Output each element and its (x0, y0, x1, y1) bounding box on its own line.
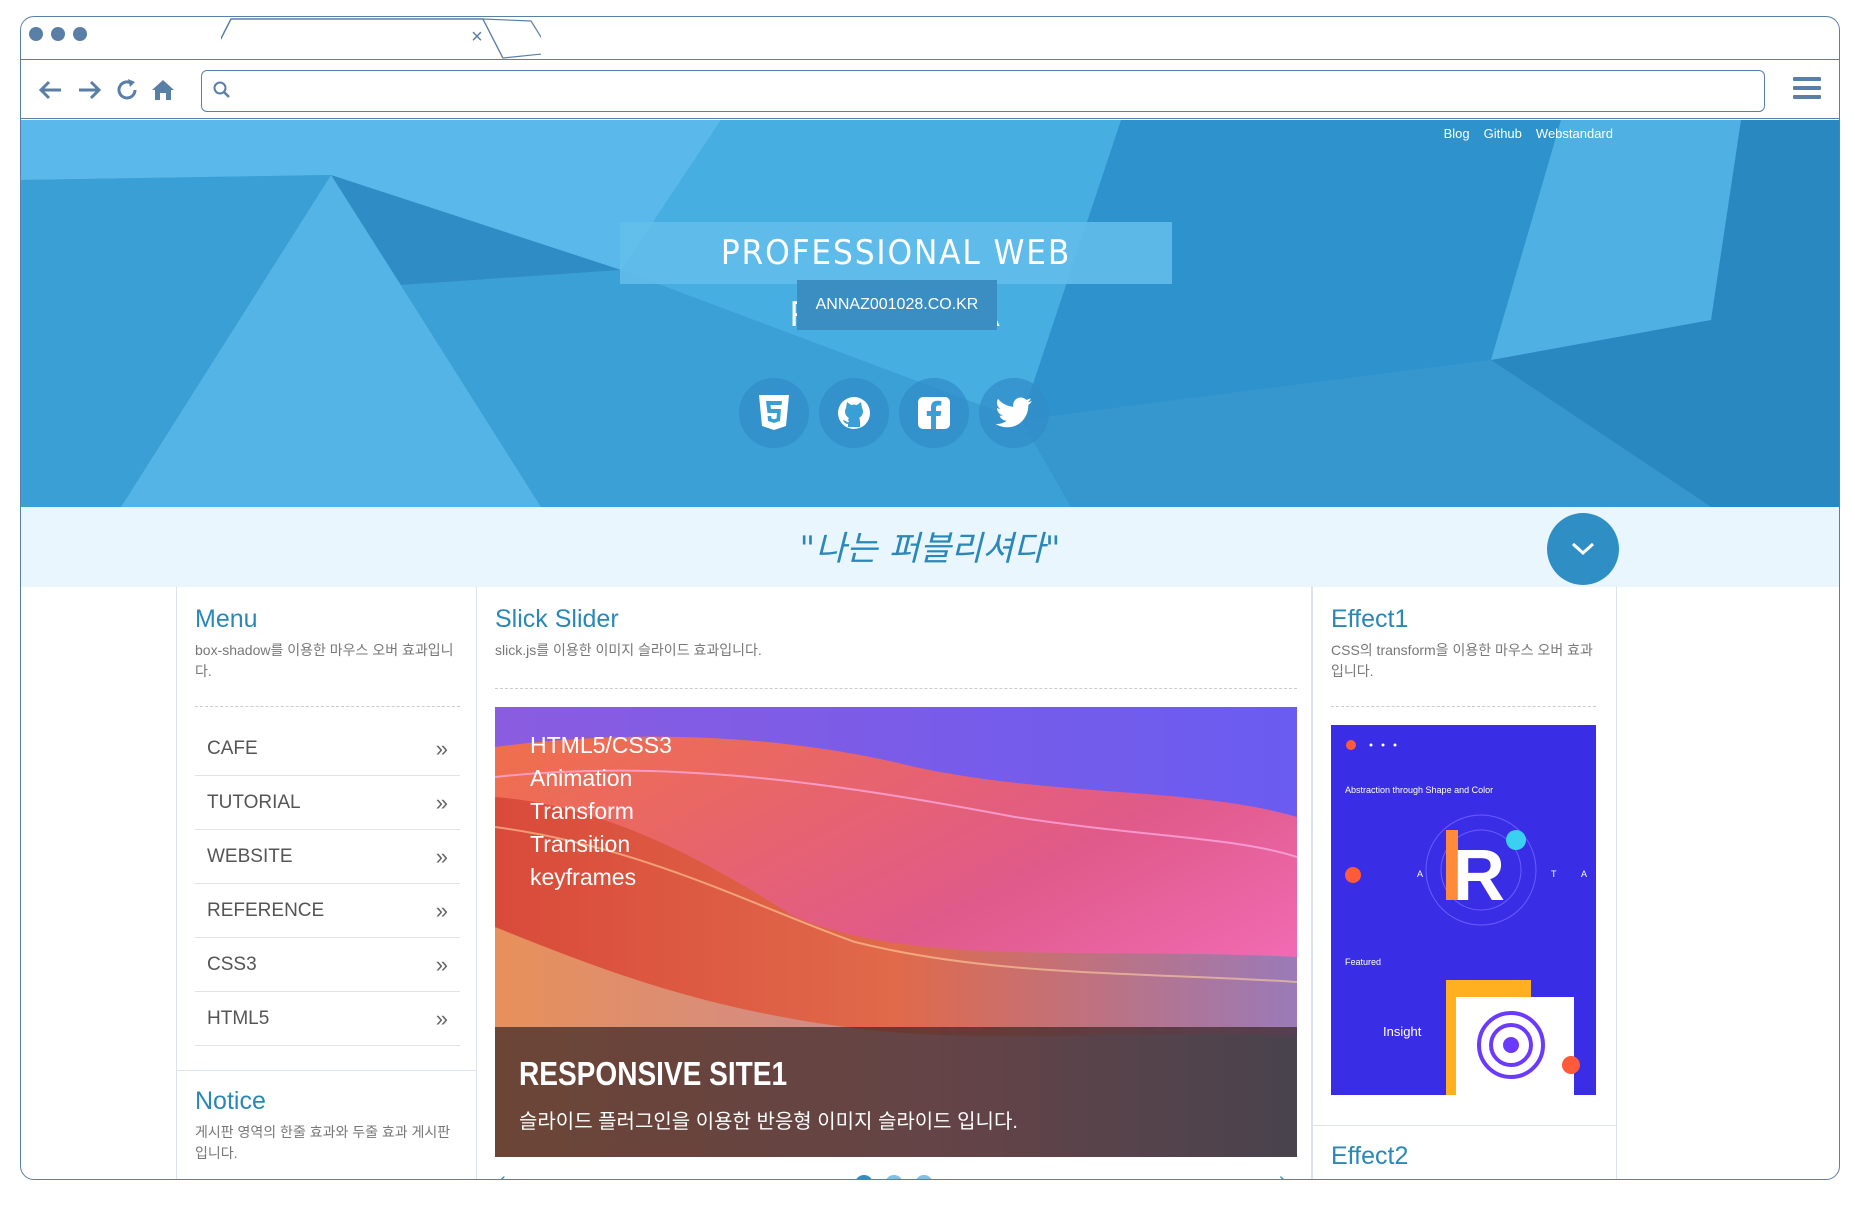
double-chevron-right-icon: » (435, 897, 448, 923)
top-nav: Blog Github Webstandard (1444, 126, 1613, 141)
browser-window: × Blog Github Webstandard PROFESSIONAL W… (20, 16, 1840, 1180)
menu-item-label: HTML5 (207, 1007, 270, 1029)
site-domain-button[interactable]: ANNAZ001028.CO.KR (797, 280, 997, 330)
effect2-title: Effect2 (1331, 1142, 1409, 1170)
menu-item-html5[interactable]: HTML5 » (195, 992, 460, 1046)
section-divider (1313, 1125, 1616, 1126)
back-arrow-icon[interactable] (37, 76, 65, 104)
browser-menu-icon[interactable] (1793, 77, 1821, 101)
menu-item-cafe[interactable]: CAFE » (195, 722, 460, 776)
window-dot[interactable] (73, 27, 87, 41)
double-chevron-right-icon: » (435, 735, 448, 761)
twitter-icon (995, 397, 1032, 428)
menu-list: CAFE » TUTORIAL » WEBSITE » REFERENCE » CSS3… (195, 722, 460, 1046)
browser-tab[interactable]: × (221, 17, 541, 59)
menu-description: box-shadow를 이용한 마우스 오버 효과입니다. (195, 642, 454, 679)
slider-dot[interactable] (855, 1175, 873, 1179)
effect1-header: Effect1 CSS의 transform을 이용한 마우스 오버 효과입니다… (1331, 605, 1596, 707)
notice-description: 게시판 영역의 한줄 효과와 두줄 효과 게시판입니다. (195, 1124, 451, 1161)
double-chevron-right-icon: » (435, 843, 448, 869)
menu-item-website[interactable]: WEBSITE » (195, 830, 460, 884)
menu-item-label: CSS3 (207, 953, 257, 975)
chevron-down-icon (1571, 542, 1595, 556)
hero-banner: Blog Github Webstandard PROFESSIONAL WEB… (21, 120, 1839, 507)
page-viewport: Blog Github Webstandard PROFESSIONAL WEB… (21, 120, 1839, 1179)
menu-item-label: CAFE (207, 737, 258, 759)
home-icon[interactable] (149, 76, 177, 104)
effect-column: Effect1 CSS의 transform을 이용한 마우스 오버 효과입니다… (1312, 587, 1617, 1179)
slider-dot[interactable] (885, 1175, 903, 1179)
window-controls (29, 27, 87, 41)
notice-title: Notice (195, 1087, 266, 1115)
github-icon (838, 397, 870, 429)
slide-line: Animation (530, 765, 633, 791)
slide-overlay-text: HTML5/CSS3 Animation Transform Transitio… (530, 729, 672, 894)
slide-line: keyframes (530, 864, 637, 890)
tab-shape (221, 18, 541, 59)
menu-item-label: REFERENCE (207, 899, 325, 921)
effect1-description: CSS의 transform을 이용한 마우스 오버 효과입니다. (1331, 642, 1593, 679)
effect1-poster: Abstraction through Shape and Color R A … (1331, 725, 1596, 1095)
menu-item-reference[interactable]: REFERENCE » (195, 884, 460, 938)
poster-letter: T (1551, 869, 1557, 879)
menu-item-label: WEBSITE (207, 845, 293, 867)
address-bar[interactable] (201, 70, 1765, 112)
double-chevron-right-icon: » (435, 1005, 448, 1031)
window-dot[interactable] (29, 27, 43, 41)
slider-dots (477, 1175, 1311, 1179)
double-chevron-right-icon: » (435, 789, 448, 815)
forward-arrow-icon[interactable] (75, 76, 103, 104)
reload-icon[interactable] (113, 76, 141, 104)
poster-insight: Insight (1383, 1024, 1422, 1039)
slider-title: Slick Slider (495, 605, 619, 633)
window-dot[interactable] (51, 27, 65, 41)
poster-heading: Abstraction through Shape and Color (1345, 785, 1493, 795)
scroll-down-button[interactable] (1547, 513, 1619, 585)
effect2-header: Effect2 (1331, 1142, 1596, 1171)
site-title: PROFESSIONAL WEB PUBLISHSER (620, 222, 1172, 335)
section-divider (177, 1070, 476, 1071)
double-chevron-right-icon: » (435, 951, 448, 977)
effect1-title: Effect1 (1331, 605, 1409, 633)
slide-caption-title: RESPONSIVE SITE1 (519, 1055, 788, 1092)
slide-line: Transition (530, 831, 631, 857)
menu-item-label: TUTORIAL (207, 791, 301, 813)
nav-webstandard-link[interactable]: Webstandard (1536, 126, 1613, 141)
menu-item-css3[interactable]: CSS3 » (195, 938, 460, 992)
effect1-image[interactable]: Abstraction through Shape and Color R A … (1331, 725, 1596, 1095)
poster-letter: R (1453, 836, 1505, 916)
tab-close-icon[interactable]: × (466, 26, 488, 48)
slider-column: Slick Slider slick.js를 이용한 이미지 슬라이드 효과입니… (477, 587, 1312, 1179)
menu-column: Menu box-shadow를 이용한 마우스 오버 효과입니다. CAFE »… (176, 587, 477, 1179)
slider-dot[interactable] (915, 1175, 933, 1179)
slide-caption: RESPONSIVE SITE1 슬라이드 플러그인을 이용한 반응형 이미지 … (495, 1027, 1297, 1157)
facebook-button[interactable] (899, 378, 969, 448)
poster-letter: A (1581, 869, 1587, 879)
menu-item-tutorial[interactable]: TUTORIAL » (195, 776, 460, 830)
slide-line: Transform (530, 798, 634, 824)
slide-caption-text: 슬라이드 플러그인을 이용한 반응형 이미지 슬라이드 입니다. (519, 1111, 1018, 1133)
slide-line: HTML5/CSS3 (530, 732, 672, 758)
github-button[interactable] (819, 378, 889, 448)
twitter-button[interactable] (979, 378, 1049, 448)
facebook-icon (918, 397, 950, 429)
poster-letter: A (1417, 869, 1423, 879)
slide-image[interactable]: HTML5/CSS3 Animation Transform Transitio… (495, 707, 1297, 1157)
menu-title: Menu (195, 605, 258, 633)
notice-header: Notice 게시판 영역의 한줄 효과와 두줄 효과 게시판입니다. (195, 1087, 460, 1164)
tagline-band: "나는 퍼블리셔다" (21, 507, 1839, 587)
nav-github-link[interactable]: Github (1484, 126, 1522, 141)
browser-toolbar (21, 59, 1839, 119)
nav-blog-link[interactable]: Blog (1444, 126, 1470, 141)
main-content: Menu box-shadow를 이용한 마우스 오버 효과입니다. CAFE »… (176, 587, 1617, 1179)
tab-bar: × (21, 17, 1839, 59)
search-icon (213, 81, 230, 98)
poster-featured: Featured (1345, 957, 1381, 967)
html5-icon (759, 395, 789, 430)
slider-header: Slick Slider slick.js를 이용한 이미지 슬라이드 효과입니… (495, 605, 1297, 689)
menu-header: Menu box-shadow를 이용한 마우스 오버 효과입니다. (195, 605, 460, 707)
html5-button[interactable] (739, 378, 809, 448)
social-links (739, 378, 1049, 448)
slider-description: slick.js를 이용한 이미지 슬라이드 효과입니다. (495, 642, 762, 658)
